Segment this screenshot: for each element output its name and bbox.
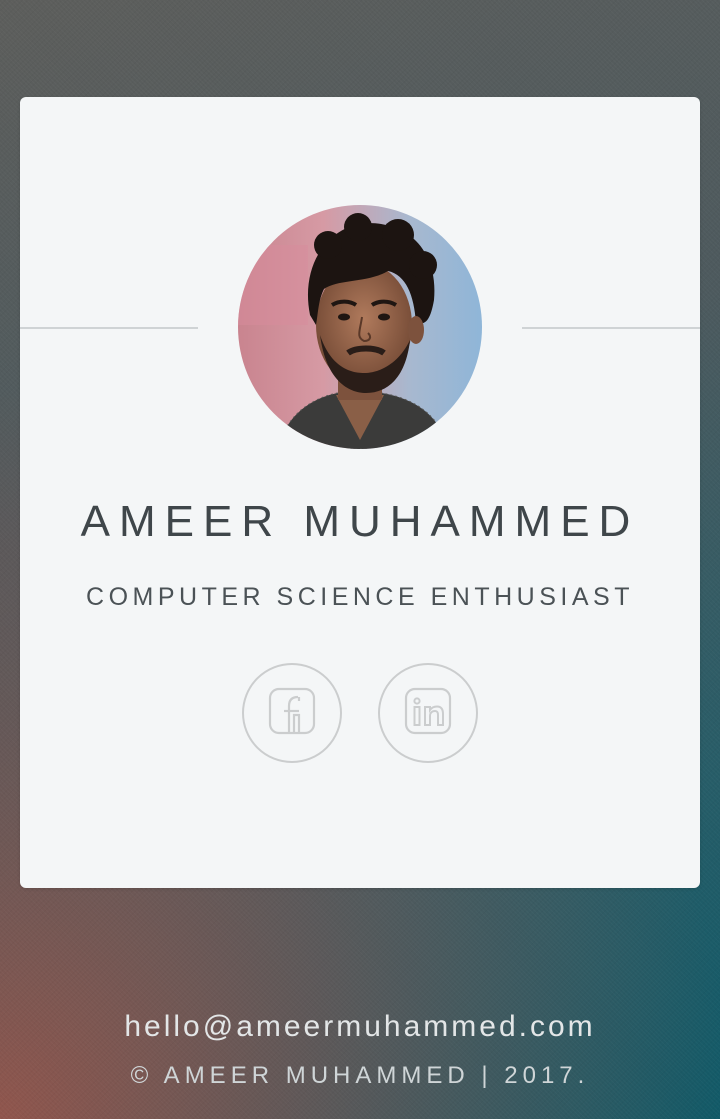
divider-left <box>20 327 198 329</box>
contact-email-link[interactable]: hello@ameermuhammed.com <box>0 1010 720 1044</box>
linkedin-link[interactable] <box>378 663 478 763</box>
copyright-text: © AMEER MUHAMMED | 2017. <box>130 1062 590 1089</box>
profile-tagline: COMPUTER SCIENCE ENTHUSIAST <box>86 583 634 611</box>
facebook-link[interactable] <box>242 663 342 763</box>
divider-right <box>522 327 700 329</box>
profile-card: AMEER MUHAMMED COMPUTER SCIENCE ENTHUSIA… <box>20 97 700 888</box>
profile-name: AMEER MUHAMMED <box>80 497 640 546</box>
linkedin-icon <box>404 687 452 740</box>
facebook-icon <box>268 687 316 740</box>
avatar <box>238 205 482 449</box>
